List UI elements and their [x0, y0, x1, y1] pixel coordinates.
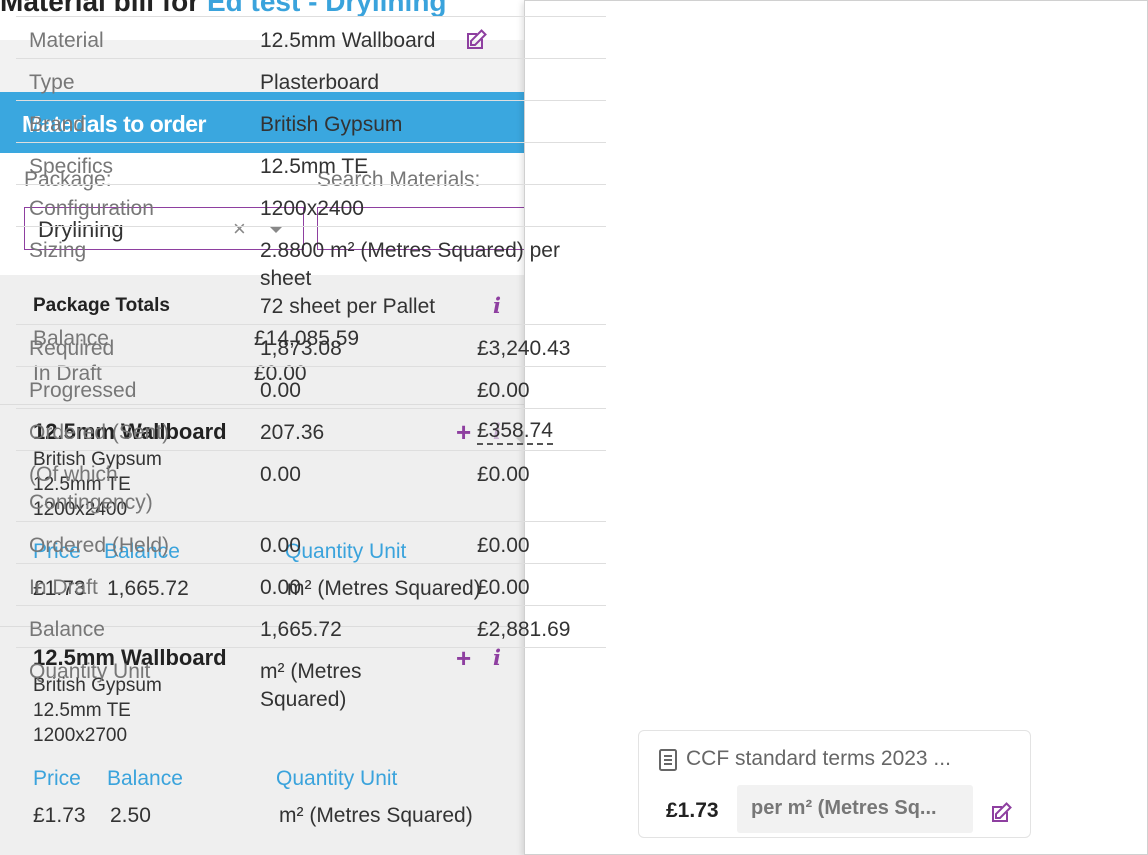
- price-terms-box: CCF standard terms 2023 ... £1.73 per m²…: [638, 730, 1031, 838]
- document-icon: [659, 749, 677, 771]
- price-value: £1.73: [33, 804, 86, 827]
- detail-label: Ordered (Sent): [29, 421, 170, 444]
- detail-value-secondary: 72 sheet per Pallet: [260, 295, 436, 318]
- detail-label: Brand: [29, 113, 86, 136]
- detail-label: Balance: [29, 618, 105, 641]
- detail-value: British Gypsum: [260, 113, 403, 136]
- detail-amount: £3,240.43: [477, 337, 571, 360]
- detail-row-contingency: (Of which Contingency) 0.00 £0.00: [16, 450, 606, 521]
- detail-quantity: 0.00: [260, 463, 301, 486]
- detail-label: Material: [29, 29, 104, 52]
- detail-amount: £0.00: [477, 534, 530, 557]
- title-package-link[interactable]: Drylining: [325, 0, 446, 17]
- detail-quantity: 207.36: [260, 421, 325, 444]
- detail-row-ordered-sent: Ordered (Sent) 207.36 £358.74: [16, 408, 606, 450]
- detail-quantity: 1,873.08: [260, 337, 342, 360]
- detail-quantity: 0.00: [260, 534, 301, 557]
- detail-label: Ordered (Held): [29, 534, 170, 557]
- detail-quantity: 0.00: [260, 576, 301, 599]
- ordered-sent-amount-link[interactable]: £358.74: [477, 419, 553, 445]
- detail-value: Plasterboard: [260, 71, 380, 94]
- price-unit: per m² (Metres Sq...: [751, 797, 937, 819]
- detail-label: (Of which Contingency): [29, 463, 153, 514]
- detail-row-material: Material 12.5mm Wallboard: [16, 16, 606, 58]
- quantity-unit-label: Quantity Unit: [276, 767, 398, 790]
- detail-row-sizing: Sizing 2.8800 m² (Metres Squared) per sh…: [16, 226, 606, 324]
- detail-row-balance: Balance 1,665.72 £2,881.69: [16, 605, 606, 647]
- detail-row-progressed: Progressed 0.00 £0.00: [16, 366, 606, 408]
- detail-value: 12.5mm Wallboard: [260, 29, 436, 52]
- detail-row-brand: Brand British Gypsum: [16, 100, 606, 142]
- detail-label: Quantity Unit: [29, 660, 151, 683]
- terms-name[interactable]: CCF standard terms 2023 ...: [686, 747, 951, 771]
- detail-label: Required: [29, 337, 115, 360]
- detail-quantity: 0.00: [260, 379, 301, 402]
- quantity-unit-value: m² (Metres Squared): [279, 804, 473, 827]
- detail-row-in-draft: In Draft 0.00 £0.00: [16, 563, 606, 605]
- detail-label: Specifics: [29, 155, 114, 178]
- material-config: 1200x2700: [33, 725, 128, 746]
- material-detail-popover: [524, 0, 1148, 855]
- detail-row-quantity-unit: Quantity Unit m² (Metres Squared): [16, 647, 606, 717]
- detail-value: 1200x2400: [260, 197, 364, 220]
- detail-amount: £2,881.69: [477, 618, 571, 641]
- detail-label: Progressed: [29, 379, 137, 402]
- detail-label: Configuration: [29, 197, 154, 220]
- detail-label: In Draft: [29, 576, 98, 599]
- detail-amount: £0.00: [477, 379, 530, 402]
- detail-amount: £0.00: [477, 576, 530, 599]
- detail-row-required: Required 1,873.08 £3,240.43: [16, 324, 606, 366]
- detail-value: m² (Metres Squared): [260, 660, 362, 711]
- edit-icon[interactable]: [989, 801, 1013, 825]
- detail-value: 2.8800 m² (Metres Squared) per sheet: [260, 239, 560, 290]
- title-prefix: Material bill for: [0, 0, 200, 17]
- detail-row-specifics: Specifics 12.5mm TE: [16, 142, 606, 184]
- balance-label: Balance: [107, 767, 183, 790]
- terms-price: £1.73: [666, 799, 719, 822]
- detail-label: Type: [29, 71, 75, 94]
- title-project-link[interactable]: Ed test: [207, 0, 300, 17]
- detail-row-ordered-held: Ordered (Held) 0.00 £0.00: [16, 521, 606, 563]
- price-unit-pill: per m² (Metres Sq...: [737, 785, 973, 833]
- edit-icon[interactable]: [464, 28, 488, 52]
- detail-row-type: Type Plasterboard: [16, 58, 606, 100]
- detail-label: Sizing: [29, 239, 87, 262]
- detail-quantity: 1,665.72: [260, 618, 342, 641]
- balance-value: 2.50: [110, 804, 151, 827]
- detail-value: 12.5mm TE: [260, 155, 369, 178]
- price-label: Price: [33, 767, 81, 790]
- detail-row-configuration: Configuration 1200x2400: [16, 184, 606, 226]
- detail-amount: £0.00: [477, 463, 530, 486]
- title-separator: -: [300, 0, 326, 17]
